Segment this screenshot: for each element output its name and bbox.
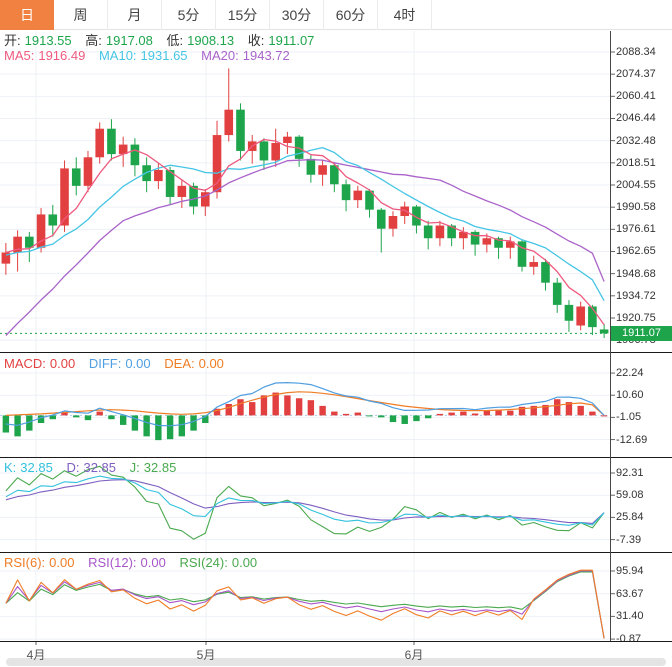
diff-value: 0.00	[125, 356, 150, 371]
macd-readout: MACD:0.00 DIFF:0.00 DEA:0.00	[4, 356, 228, 371]
macd-label: MACD:	[4, 356, 46, 371]
ma20-label: MA20:	[201, 48, 239, 63]
open-value: 1913.55	[25, 33, 72, 48]
k-value: 32.85	[20, 460, 53, 475]
y-axis-label: 2060.41	[616, 91, 656, 102]
j-value: 32.85	[144, 460, 177, 475]
high-value: 1917.08	[106, 33, 153, 48]
kdj-readout: K: 32.85 D: 32.85 J: 32.85	[4, 460, 180, 475]
y-axis-label: 1962.65	[616, 246, 656, 257]
x-axis-label: 6月	[405, 646, 424, 663]
j-label: J:	[130, 460, 140, 475]
ohlc-readout: 开: 1913.55 高: 1917.08 低:1908.13 收:1911.07	[4, 33, 318, 48]
high-label: 高:	[85, 33, 102, 48]
y-axis-label: 59.08	[616, 490, 644, 501]
macd-value: 0.00	[50, 356, 75, 371]
close-value: 1911.07	[268, 33, 314, 48]
rsi24-label: RSI(24):	[179, 555, 227, 570]
x-axis-label: 4月	[27, 646, 46, 663]
y-axis-label: -12.69	[616, 435, 647, 446]
rsi6-label: RSI(6):	[4, 555, 45, 570]
y-axis-label: 92.31	[616, 468, 644, 479]
panel-divider	[0, 352, 672, 353]
current-price-badge: 1911.07	[611, 326, 672, 341]
y-axis-label: 1976.61	[616, 224, 656, 235]
rsi24-value: 0.00	[232, 555, 257, 570]
ma10-value: 1931.65	[141, 48, 188, 63]
y-axis-label: 1920.75	[616, 313, 656, 324]
k-label: K:	[4, 460, 16, 475]
diff-label: DIFF:	[89, 356, 122, 371]
d-label: D:	[66, 460, 79, 475]
close-label: 收:	[248, 33, 265, 48]
x-axis-label: 5月	[197, 646, 216, 663]
rsi12-value: 0.00	[141, 555, 166, 570]
panel-divider	[0, 552, 672, 553]
chart-app: 日周月5分15分30分60分4时 开:1913.55 高:1917.08 低:1…	[0, 0, 672, 667]
dea-value: 0.00	[199, 356, 224, 371]
panel-divider	[0, 457, 672, 458]
y-axis-label: 10.60	[616, 390, 644, 401]
y-axis-label: -0.87	[616, 634, 641, 645]
y-axis-label: 25.84	[616, 512, 644, 523]
y-axis-label: 1934.72	[616, 291, 656, 302]
rsi6-value: 0.00	[49, 555, 74, 570]
dea-label: DEA:	[164, 356, 194, 371]
rsi12-label: RSI(12):	[88, 555, 136, 570]
y-axis-label: -1.05	[616, 412, 641, 423]
y-axis-label: 2004.55	[616, 180, 656, 191]
y-axis-label: 63.67	[616, 589, 644, 600]
y-axis-label: 95.94	[616, 566, 644, 577]
rsi-readout: RSI(6): 0.00 RSI(12): 0.00 RSI(24): 0.00	[4, 555, 261, 570]
y-axis-label: 2032.48	[616, 136, 656, 147]
d-value: 32.85	[83, 460, 116, 475]
ma5-value: 1916.49	[38, 48, 85, 63]
y-axis-label: 2046.44	[616, 113, 656, 124]
y-axis-label: 1948.68	[616, 269, 656, 280]
ma20-value: 1943.72	[243, 48, 290, 63]
low-label: 低:	[167, 33, 184, 48]
y-axis-label: 2088.34	[616, 47, 656, 58]
ma-readout: MA5: 1916.49 MA10: 1931.65 MA20: 1943.72	[4, 48, 294, 63]
open-label: 开:	[4, 33, 21, 48]
y-axis-label: 31.40	[616, 611, 644, 622]
horizontal-scrollbar[interactable]	[6, 658, 666, 666]
y-axis-label: 2074.37	[616, 69, 656, 80]
y-axis-label: 2018.51	[616, 158, 656, 169]
y-axis-label: 22.24	[616, 368, 644, 379]
low-value: 1908.13	[187, 33, 234, 48]
ma10-label: MA10:	[99, 48, 137, 63]
y-axis-label: 1990.58	[616, 202, 656, 213]
y-axis-label: -7.39	[616, 535, 641, 546]
x-axis-line	[0, 641, 672, 642]
ma5-label: MA5:	[4, 48, 34, 63]
